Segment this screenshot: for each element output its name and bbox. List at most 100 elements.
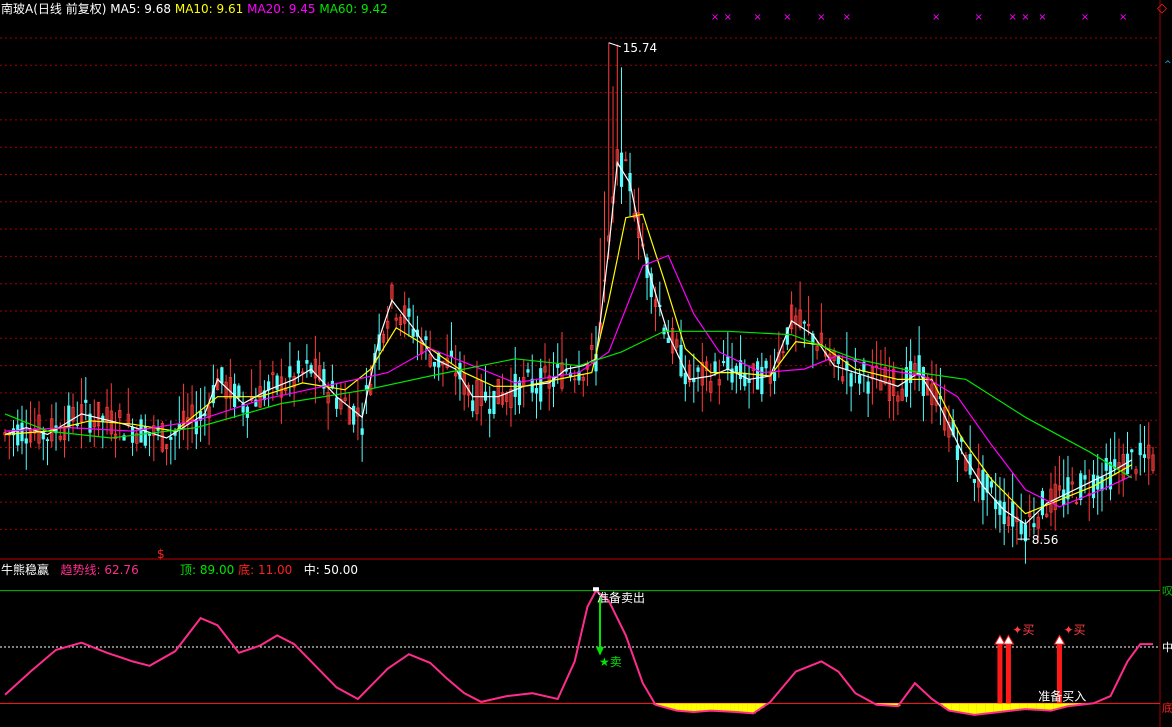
- bottom-fill-bar: [963, 703, 969, 714]
- bottom-fill-bar: [691, 703, 697, 712]
- top-marker: ×: [1081, 12, 1089, 23]
- candle-body: [1125, 453, 1130, 475]
- top-marker: ×: [1008, 12, 1016, 23]
- bottom-fill-bar: [976, 703, 982, 715]
- high-price-label: 15.74: [623, 41, 657, 55]
- bottom-fill-bar: [738, 703, 743, 713]
- candle-body: [849, 373, 853, 387]
- sell-label: ★卖: [599, 655, 622, 669]
- candle-body: [721, 361, 726, 364]
- ma5-value: 9.68: [144, 2, 172, 16]
- candle-body: [858, 374, 862, 384]
- candle-body: [360, 428, 364, 435]
- candle-body: [556, 364, 560, 368]
- candle-body: [471, 400, 475, 412]
- annotations: 15.74 8.56: [608, 41, 1059, 547]
- bottom-fill-bar: [959, 703, 965, 713]
- trend-label: 趋势线:: [60, 563, 101, 577]
- candle-body: [755, 361, 760, 390]
- top-marker: ×: [1119, 12, 1127, 23]
- bottom-fill-bar: [696, 703, 701, 712]
- candle-body: [1002, 501, 1006, 525]
- top-marker: ×: [817, 12, 825, 23]
- top-marker: ×: [932, 12, 940, 23]
- top-marker: ×: [753, 12, 761, 23]
- candle-body: [407, 308, 411, 317]
- candle-body: [747, 379, 751, 383]
- candle-body: [1083, 475, 1087, 480]
- bottom-fill-bar: [683, 703, 688, 712]
- bottom-fill-bar: [985, 703, 990, 714]
- candle-body: [1023, 524, 1028, 542]
- prepare-buy-label: 准备买入: [1038, 689, 1086, 703]
- low-price-label: 8.56: [1032, 533, 1059, 547]
- bottom-fill-bar: [708, 703, 714, 711]
- prepare-sell-label: 准备卖出: [597, 591, 645, 605]
- candle-body: [1130, 449, 1134, 453]
- candle-body: [84, 399, 88, 403]
- top-tag: 叹: [1162, 585, 1172, 598]
- bottom-fill-bar: [980, 703, 986, 714]
- trend-line: [4, 589, 1153, 716]
- candle-body: [488, 408, 492, 414]
- indicator-header: 牛熊稳赢 趋势线: 62.76: [1, 563, 139, 577]
- candle-body: [972, 479, 977, 483]
- ma20-line: [4, 254, 1132, 508]
- bottom-fill-bar: [993, 703, 999, 713]
- main-chart-header: 南玻A(日线 前复权) MA5: 9.68 MA10: 9.61 MA20: 9…: [1, 2, 388, 16]
- candle-body: [666, 337, 670, 343]
- mid-tag: 中: [1162, 641, 1172, 654]
- candle-body: [696, 367, 700, 372]
- candle-body: [726, 356, 730, 370]
- candle-body: [683, 372, 687, 385]
- candle-body: [955, 445, 960, 460]
- candle-body: [335, 397, 339, 409]
- buy-label: ✦买: [1012, 623, 1034, 637]
- bottom-fill-bar: [687, 703, 692, 712]
- top-label: 顶:: [180, 563, 197, 577]
- candle-body: [322, 369, 326, 389]
- bottom-fill-bar: [955, 703, 960, 712]
- candle-body: [1040, 490, 1045, 516]
- top-marker: ×: [711, 12, 719, 23]
- bottom-value: 11.00: [257, 563, 293, 577]
- mid-value: 50.00: [323, 563, 358, 577]
- candle-body: [237, 385, 241, 398]
- corner-diamond-icon[interactable]: ◇: [1157, 1, 1167, 16]
- bottom-fill-bar: [997, 703, 1003, 712]
- ma20-label: MA20:: [247, 2, 285, 16]
- candle-body: [772, 372, 777, 381]
- bottom-label: 底:: [238, 563, 255, 577]
- candle-body: [998, 500, 1002, 515]
- moving-average-lines: [4, 160, 1133, 525]
- candle-body: [16, 424, 20, 446]
- indicator-name: 牛熊稳赢: [1, 563, 50, 577]
- high-pointer: [608, 42, 621, 48]
- candle-body: [288, 366, 292, 378]
- stock-chart[interactable]: ✦买 ✦买 准备卖出 ★卖准备买入 叹中底 × × × × × × × × × × × × × 15.74 8.5…: [0, 0, 1172, 727]
- ma10-label: MA10:: [174, 2, 213, 16]
- candle-body: [760, 366, 764, 395]
- candle-body: [45, 439, 50, 442]
- corner-caret-icon: ^: [1164, 60, 1172, 70]
- candle-body: [88, 413, 92, 433]
- candle-body: [989, 481, 994, 488]
- candle-body: [1138, 442, 1142, 456]
- candle-body: [364, 385, 369, 390]
- top-marker: ×: [783, 12, 791, 23]
- bottom-fill-bar: [1002, 703, 1007, 712]
- top-marker: ×: [974, 12, 982, 23]
- indicator-panel: ✦买 ✦买 准备卖出 ★卖准备买入 叹中底: [4, 585, 1172, 716]
- ma20-value: 9.45: [288, 2, 316, 16]
- top-marker: ×: [1021, 12, 1029, 23]
- candle-body: [67, 405, 71, 429]
- candle-body: [1104, 457, 1108, 471]
- candle-body: [305, 360, 309, 364]
- candle-body: [1142, 454, 1147, 458]
- bottom-fill-bar: [747, 703, 752, 714]
- candle-body: [539, 368, 543, 402]
- candle-body: [75, 424, 79, 426]
- ma5-line: [4, 160, 1133, 525]
- bottom-fill-bar: [972, 703, 977, 715]
- bottom-fill-bar: [700, 703, 705, 712]
